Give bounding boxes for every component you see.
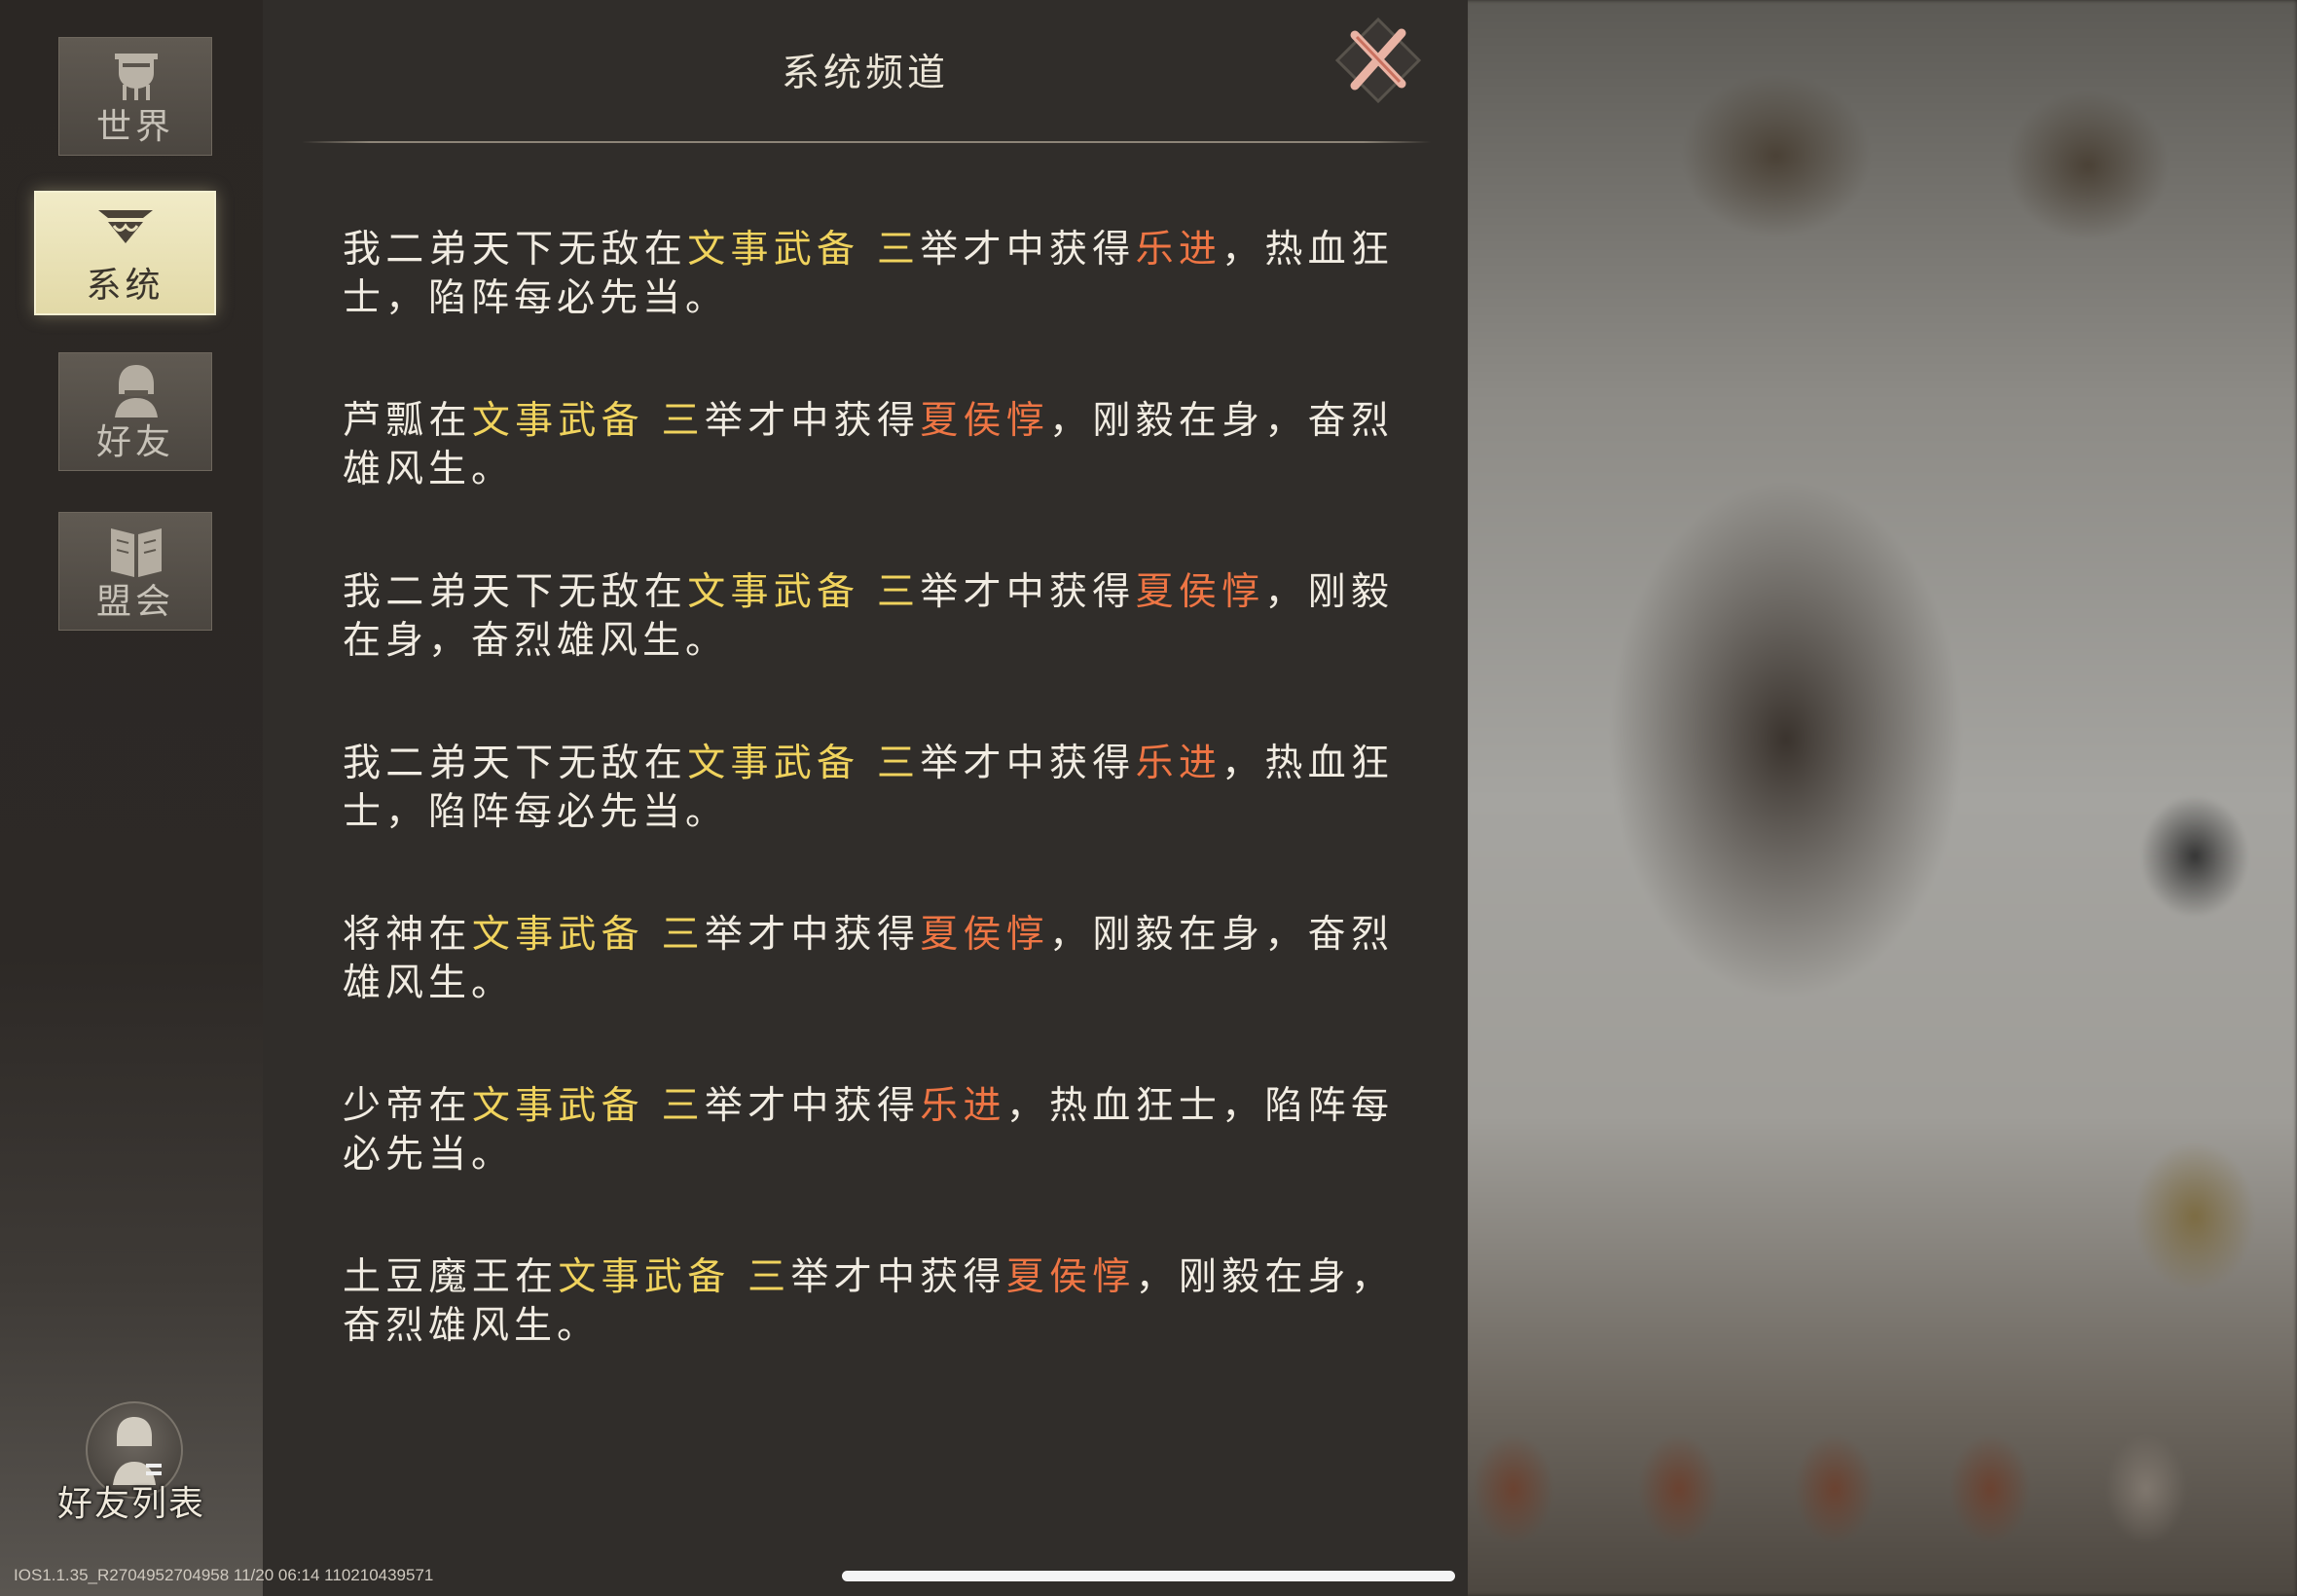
message-player-name: 土豆魔王 [343,1255,516,1299]
message-text: 在 [428,399,472,443]
message-hero-name: 夏侯惇 [1005,1255,1136,1299]
background-unit-row [1465,1392,2297,1596]
friend-list-button[interactable]: 好友列表 [49,1401,214,1528]
message-event-name: 文事武备 三 [687,228,921,272]
message-hero-name: 夏侯惇 [920,399,1050,443]
system-message: 土豆魔王在文事武备 三举才中获得夏侯惇，刚毅在身，奋烈雄风生。 [343,1253,1394,1351]
panel-title: 系统频道 [781,52,949,95]
tab-friends-label: 好友 [95,422,174,462]
message-text: 举才中获得 [790,1255,1006,1299]
book-banner-icon [111,528,162,577]
message-player-name: 我二弟天下无敌 [343,570,644,614]
message-player-name: 将神 [343,913,429,957]
message-list: 我二弟天下无敌在文事武备 三举才中获得乐进，热血狂士，陷阵每必先当。 芦瓢在文事武… [343,226,1394,1425]
system-message: 我二弟天下无敌在文事武备 三举才中获得夏侯惇，刚毅在身，奋烈雄风生。 [343,568,1394,666]
message-text: 在 [428,1084,472,1128]
close-icon [1334,17,1422,104]
message-player-name: 少帝 [343,1084,429,1128]
tab-world-label: 世界 [95,107,174,147]
version-string: IOS1.1.35_R2704952704958 11/20 06:14 110… [14,1566,434,1584]
message-text: 在 [643,570,688,614]
tab-system-label: 系统 [86,266,164,306]
message-hero-name: 夏侯惇 [1135,570,1265,614]
message-text: 举才中获得 [920,570,1136,614]
message-text: 在 [643,742,688,785]
message-hero-name: 夏侯惇 [920,913,1050,957]
message-text: 举才中获得 [920,742,1136,785]
message-text: 举才中获得 [704,913,921,957]
tab-alliance-label: 盟会 [95,582,174,622]
close-button[interactable] [1331,14,1425,107]
channel-sidebar: 世界 系统 好友 盟会 好友列表 [0,0,263,1596]
blurred-game-background [1465,0,2297,1596]
message-player-name: 芦瓢 [343,399,429,443]
system-channel-panel: 系统频道 我二弟天下无敌在文事武备 三举才中获得乐进，热血狂士，陷阵每必先当。芦… [263,0,1468,1596]
bronze-vessel-icon [115,54,158,100]
message-hero-name: 乐进 [920,1084,1006,1128]
message-event-name: 文事武备 三 [558,1255,791,1299]
tab-alliance[interactable]: 盟会 [58,512,212,631]
message-event-name: 文事武备 三 [471,1084,705,1128]
message-player-name: 我二弟天下无敌 [343,228,644,272]
home-indicator[interactable] [842,1571,1455,1581]
message-event-name: 文事武备 三 [471,913,705,957]
helmet-warrior-icon [115,365,158,417]
message-hero-name: 乐进 [1135,742,1222,785]
message-text: 举才中获得 [920,228,1136,272]
message-player-name: 我二弟天下无敌 [343,742,644,785]
message-hero-name: 乐进 [1135,228,1222,272]
system-message: 将神在文事武备 三举才中获得夏侯惇，刚毅在身，奋烈雄风生。 [343,911,1394,1008]
title-divider [302,141,1431,143]
tab-friends[interactable]: 好友 [58,352,212,471]
message-text: 举才中获得 [704,399,921,443]
message-text: 在 [515,1255,559,1299]
tab-world[interactable]: 世界 [58,37,212,156]
system-message: 芦瓢在文事武备 三举才中获得夏侯惇，刚毅在身，奋烈雄风生。 [343,397,1394,494]
system-message: 我二弟天下无敌在文事武备 三举才中获得乐进，热血狂士，陷阵每必先当。 [343,740,1394,837]
system-message: 我二弟天下无敌在文事武备 三举才中获得乐进，热血狂士，陷阵每必先当。 [343,226,1394,323]
friend-list-label: 好友列表 [56,1484,205,1524]
message-event-name: 文事武备 三 [687,570,921,614]
system-emblem-icon [98,210,153,243]
message-text: 在 [643,228,688,272]
message-text: 在 [428,913,472,957]
system-message: 少帝在文事武备 三举才中获得乐进，热血狂士，陷阵每必先当。 [343,1082,1394,1179]
tab-system[interactable]: 系统 [34,191,216,315]
message-text: 举才中获得 [704,1084,921,1128]
message-event-name: 文事武备 三 [687,742,921,785]
message-event-name: 文事武备 三 [471,399,705,443]
